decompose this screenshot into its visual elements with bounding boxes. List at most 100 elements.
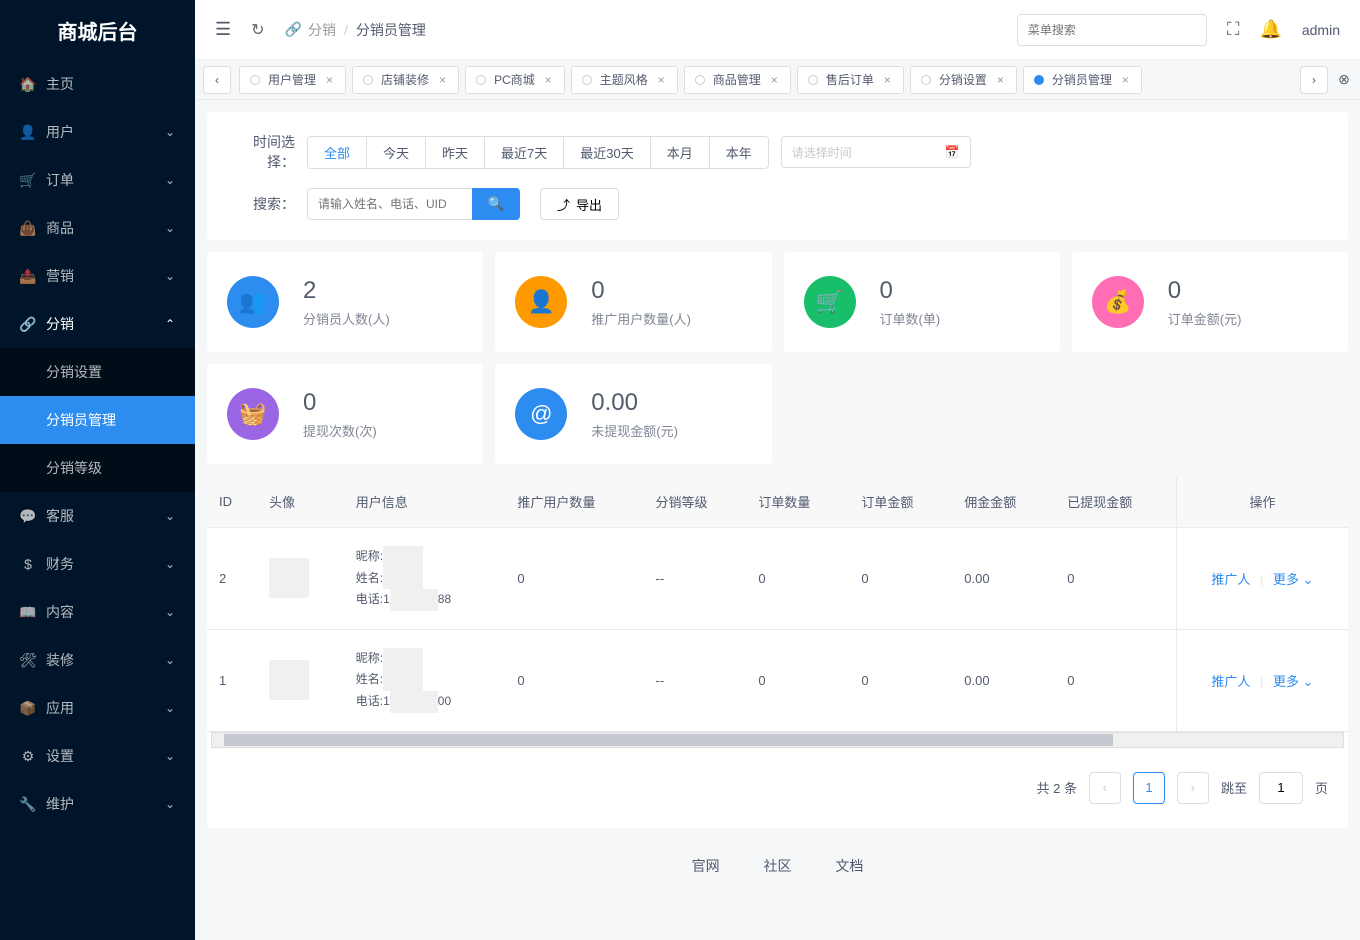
page-jump-input[interactable] — [1259, 772, 1303, 804]
bell-icon[interactable]: 🔔 — [1259, 19, 1281, 40]
menu-label: 用户 — [46, 122, 74, 142]
menu-home[interactable]: 🏠 主页 — [0, 60, 195, 108]
stat-value: 2 — [303, 277, 390, 305]
filter-card: 时间选择： 全部 今天 昨天 最近7天 最近30天 本月 本年 请选择时间 📅 — [207, 112, 1348, 240]
tab-user-management[interactable]: 用户管理× — [239, 66, 346, 94]
stat-withdraw-count: 🧺 0 提现次数(次) — [207, 364, 483, 464]
tab-aftersale[interactable]: 售后订单× — [797, 66, 904, 94]
stat-pending-amount: @ 0.00 未提现金额(元) — [495, 364, 771, 464]
chat-icon: 💬 — [20, 508, 36, 525]
tab-close-icon[interactable]: × — [997, 73, 1004, 87]
stat-value: 0 — [880, 277, 941, 305]
time-option-today[interactable]: 今天 — [367, 137, 426, 168]
stat-promo-users: 👤 0 推广用户数量(人) — [495, 252, 771, 352]
export-button[interactable]: ⤴ 导出 — [540, 188, 619, 220]
content-area: 时间选择： 全部 今天 昨天 最近7天 最近30天 本月 本年 请选择时间 📅 — [195, 100, 1360, 940]
chevron-down-icon: ⌄ — [165, 797, 175, 811]
search-input[interactable] — [307, 188, 472, 220]
home-icon: 🏠 — [20, 76, 36, 93]
stat-label: 订单数(单) — [880, 309, 941, 328]
time-option-year[interactable]: 本年 — [710, 137, 768, 168]
tab-close-icon[interactable]: × — [326, 73, 333, 87]
tab-dist-settings[interactable]: 分销设置× — [910, 66, 1017, 94]
tab-pc-mall[interactable]: PC商城× — [465, 66, 565, 94]
footer-link-community[interactable]: 社区 — [764, 858, 792, 874]
menu-decoration[interactable]: 🛠 装修 ⌄ — [0, 636, 195, 684]
page-next[interactable]: › — [1177, 772, 1209, 804]
collapse-sidebar-button[interactable]: ☰ — [215, 19, 231, 40]
time-option-7days[interactable]: 最近7天 — [485, 137, 564, 168]
footer-link-docs[interactable]: 文档 — [835, 858, 863, 874]
tabs-scroll-right[interactable]: › — [1300, 66, 1328, 94]
tab-close-icon[interactable]: × — [658, 73, 665, 87]
submenu-dist-members[interactable]: 分销员管理 — [0, 396, 195, 444]
sidebar-menu: 🏠 主页 👤 用户 ⌄ 🛒 订单 ⌄ 👜 商品 ⌄ 📤 营销 ⌄ — [0, 60, 195, 828]
menu-settings[interactable]: ⚙ 设置 ⌄ — [0, 732, 195, 780]
cell-id: 1 — [207, 629, 257, 731]
breadcrumb-separator: / — [344, 22, 348, 38]
time-option-30days[interactable]: 最近30天 — [564, 137, 650, 168]
menu-order[interactable]: 🛒 订单 ⌄ — [0, 156, 195, 204]
tabs-scroll-left[interactable]: ‹ — [203, 66, 231, 94]
tab-dot-icon — [582, 75, 592, 85]
tab-close-icon[interactable]: × — [1122, 73, 1129, 87]
tab-label: 分销员管理 — [1052, 71, 1112, 88]
user-menu[interactable]: admin — [1302, 22, 1340, 38]
table-horizontal-scrollbar[interactable] — [211, 732, 1344, 748]
page-number[interactable]: 1 — [1133, 772, 1165, 804]
stat-distributors: 👥 2 分销员人数(人) — [207, 252, 483, 352]
tab-dot-icon — [250, 75, 260, 85]
menu-maintenance[interactable]: 🔧 维护 ⌄ — [0, 780, 195, 828]
action-promoter[interactable]: 推广人 — [1211, 674, 1250, 689]
tabs-close-all[interactable]: ⊗ — [1332, 68, 1356, 92]
tab-label: 主题风格 — [600, 71, 648, 88]
time-option-yesterday[interactable]: 昨天 — [426, 137, 485, 168]
action-promoter[interactable]: 推广人 — [1211, 572, 1250, 587]
menu-content[interactable]: 📖 内容 ⌄ — [0, 588, 195, 636]
menu-product[interactable]: 👜 商品 ⌄ — [0, 204, 195, 252]
gear-icon: ⚙ — [20, 748, 36, 765]
tab-dist-members[interactable]: 分销员管理 × — [1023, 66, 1142, 94]
menu-support[interactable]: 💬 客服 ⌄ — [0, 492, 195, 540]
tab-theme[interactable]: 主题风格 × — [571, 66, 678, 94]
search-icon: 🔍 — [488, 196, 505, 212]
pagination-total: 共 2 条 — [1037, 778, 1077, 797]
page-prev[interactable]: ‹ — [1089, 772, 1121, 804]
stat-value: 0 — [591, 277, 691, 305]
tab-dot-icon — [363, 75, 373, 85]
time-option-all[interactable]: 全部 — [308, 137, 367, 168]
action-more[interactable]: 更多 ⌄ — [1273, 572, 1314, 587]
menu-distribution[interactable]: 🔗 分销 ⌃ — [0, 300, 195, 348]
chevron-down-icon: ⌄ — [165, 221, 175, 235]
tab-product-mgmt[interactable]: 商品管理× — [684, 66, 791, 94]
time-option-month[interactable]: 本月 — [651, 137, 710, 168]
menu-marketing[interactable]: 📤 营销 ⌄ — [0, 252, 195, 300]
menu-search-input[interactable] — [1017, 14, 1207, 46]
tab-close-icon[interactable]: × — [545, 73, 552, 87]
chevron-down-icon: ⌄ — [165, 269, 175, 283]
cell-promo: 0 — [505, 528, 643, 630]
menu-finance[interactable]: $ 财务 ⌄ — [0, 540, 195, 588]
tab-shop-decoration[interactable]: 店铺装修× — [352, 66, 459, 94]
tab-close-icon[interactable]: × — [884, 73, 891, 87]
footer-link-site[interactable]: 官网 — [692, 858, 720, 874]
menu-app[interactable]: 📦 应用 ⌄ — [0, 684, 195, 732]
breadcrumb: 🔗 分销 / 分销员管理 — [285, 20, 426, 40]
at-icon: @ — [515, 388, 567, 440]
logo: 商城后台 — [0, 0, 195, 60]
date-range-picker[interactable]: 请选择时间 📅 — [781, 136, 971, 168]
search-button[interactable]: 🔍 — [472, 188, 520, 220]
submenu-dist-settings[interactable]: 分销设置 — [0, 348, 195, 396]
breadcrumb-item[interactable]: 分销 — [308, 20, 336, 40]
menu-user[interactable]: 👤 用户 ⌄ — [0, 108, 195, 156]
menu-label: 主页 — [46, 74, 74, 94]
col-order-amount: 订单金额 — [849, 476, 952, 528]
submenu-dist-levels[interactable]: 分销等级 — [0, 444, 195, 492]
action-more[interactable]: 更多 ⌄ — [1273, 674, 1314, 689]
fullscreen-icon[interactable]: ⛶ — [1227, 19, 1240, 40]
stat-label: 提现次数(次) — [303, 421, 377, 440]
tab-close-icon[interactable]: × — [439, 73, 446, 87]
tab-close-icon[interactable]: × — [771, 73, 778, 87]
refresh-button[interactable]: ↻ — [251, 20, 264, 40]
tools-icon: 🛠 — [20, 652, 36, 669]
